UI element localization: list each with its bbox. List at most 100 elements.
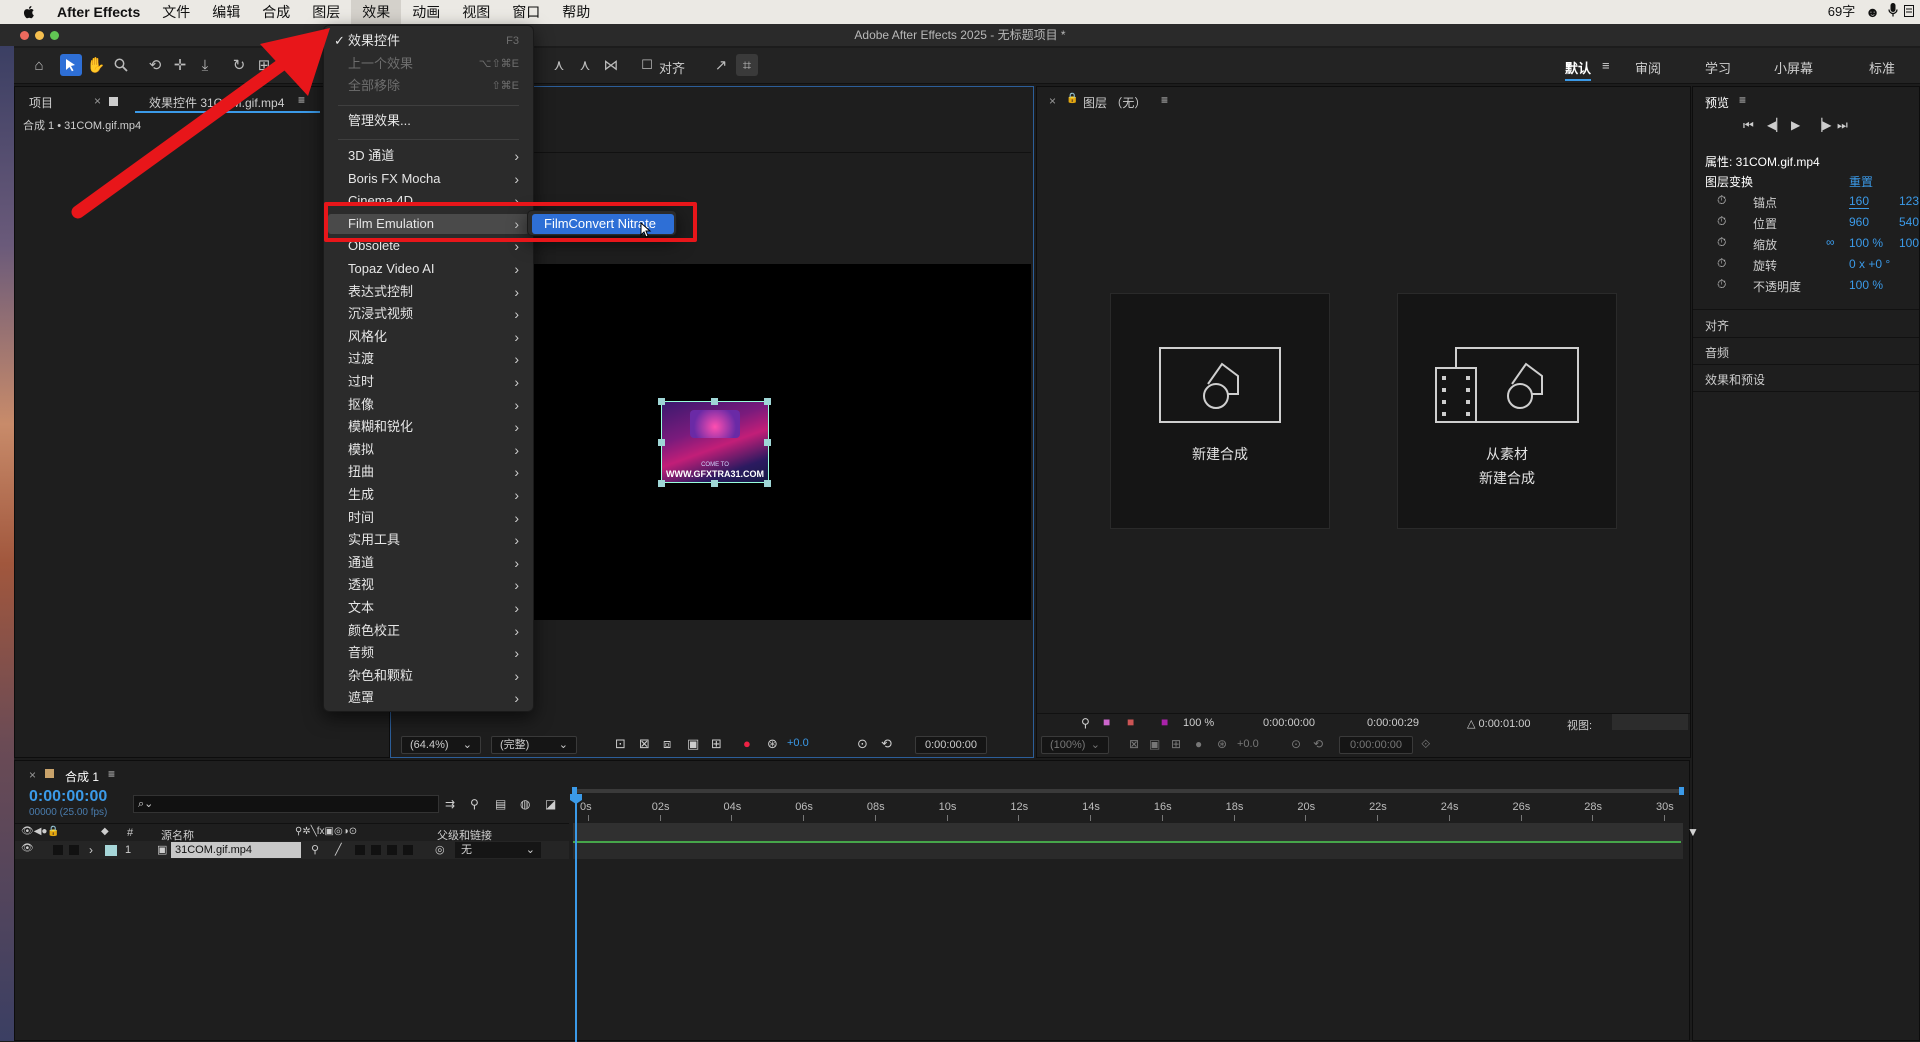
transform-handle[interactable] [764, 398, 771, 405]
menu-category-item[interactable]: 过时 › [328, 372, 529, 392]
reset-button[interactable]: 重置 [1849, 173, 1873, 190]
timeline-search-input[interactable]: ⌕⌄ [133, 795, 439, 813]
transform-handle[interactable] [658, 480, 665, 487]
comp-end-marker-icon[interactable]: ▼ [1687, 825, 1699, 839]
workspace-standard[interactable]: 标准 [1869, 58, 1895, 77]
layer-zoom-pct[interactable]: 100 % [1183, 717, 1214, 729]
resolution-dropdown[interactable]: (完整) ⌄ [491, 736, 577, 754]
out-point[interactable]: 0:00:00:29 [1367, 717, 1419, 729]
frame-blending-icon[interactable]: ▤ [495, 797, 506, 811]
transform-handle[interactable] [764, 439, 771, 446]
prev-frame-icon[interactable]: ◀▏ [1767, 118, 1785, 132]
new-comp-card[interactable]: 新建合成 [1110, 293, 1330, 529]
close-window-icon[interactable] [20, 31, 29, 40]
section-effects-presets[interactable]: 效果和预设 [1705, 371, 1765, 388]
menu-item-manage-effects[interactable]: 管理效果... [328, 111, 529, 131]
snap-option-icon[interactable]: ↗ [710, 54, 732, 76]
rotation-value[interactable]: 0 x +0 ° [1849, 257, 1890, 271]
menu-category-item[interactable]: 3D 通道 › [328, 146, 529, 166]
menu-category-item[interactable]: 过渡 › [328, 349, 529, 369]
pickwhip-icon[interactable]: ◎ [435, 843, 445, 856]
time-navigator[interactable] [573, 823, 1683, 841]
first-frame-icon[interactable]: ⏮ [1743, 118, 1754, 133]
guides-icon[interactable]: ⊞ [711, 736, 722, 752]
new-comp-from-footage-card[interactable]: 从素材 新建合成 [1397, 293, 1617, 529]
menu-category-item[interactable]: 模糊和锐化 › [328, 417, 529, 437]
region-of-interest-icon[interactable]: ▣ [687, 736, 699, 752]
motion-blur-icon[interactable]: ◍ [520, 797, 530, 811]
color-channels-icon[interactable]: ● [1195, 737, 1202, 751]
transform-handle[interactable] [764, 480, 771, 487]
transform-handle[interactable] [658, 439, 665, 446]
audio-switch[interactable] [53, 845, 63, 855]
tab-project[interactable]: 项目 [29, 94, 53, 111]
workspace-menu-icon[interactable]: ≡ [1602, 58, 1610, 73]
menu-category-item[interactable]: 透视 › [328, 575, 529, 595]
apple-icon[interactable] [20, 3, 38, 21]
menu-category-item[interactable]: 通道 › [328, 553, 529, 573]
menu-category-item[interactable]: 文本 › [328, 598, 529, 618]
channel-icon[interactable]: ■ [1103, 715, 1110, 729]
timeline-tab[interactable]: 合成 1 [65, 768, 99, 785]
snap-grid-icon[interactable]: ⌗ [736, 54, 758, 76]
blend-switch[interactable] [371, 845, 381, 855]
quality-switch-icon[interactable]: ╱ [335, 843, 342, 856]
stopwatch-icon[interactable]: ⏱ [1717, 193, 1726, 208]
stopwatch-icon[interactable]: ⏱ [1717, 214, 1726, 229]
transform-handle[interactable] [711, 398, 718, 405]
comp-timecode[interactable]: 0:00:00:00 [915, 736, 987, 754]
snapshot-icon[interactable]: ⊙ [1291, 737, 1301, 751]
stopwatch-icon[interactable]: ⏱ [1717, 277, 1726, 292]
snap-label[interactable]: 对齐 [659, 58, 685, 77]
shy-switch-icon[interactable]: ⚲ [311, 843, 319, 856]
next-frame-icon[interactable]: ▕▶ [1813, 118, 1831, 132]
snapshot-icon[interactable]: ⊙ [857, 736, 868, 752]
menu-category-item[interactable]: 杂色和颗粒 › [328, 666, 529, 686]
maximize-window-icon[interactable] [50, 31, 59, 40]
layer-name-field[interactable]: 31COM.gif.mp4 [171, 842, 301, 858]
axis-local-icon[interactable]: ⋏ [548, 54, 570, 76]
menu-item-effect-controls[interactable]: ✓ 效果控件 F3 [328, 31, 529, 51]
workspace-learn[interactable]: 学习 [1705, 58, 1731, 77]
last-frame-icon[interactable]: ⏭ [1837, 118, 1848, 133]
render-icon[interactable]: ■ [1127, 715, 1134, 729]
section-align[interactable]: 对齐 [1705, 317, 1729, 334]
transform-handle[interactable] [711, 480, 718, 487]
anchor-x[interactable]: 160 [1849, 194, 1870, 209]
section-audio[interactable]: 音频 [1705, 344, 1729, 361]
parent-dropdown[interactable]: 无 ⌄ [455, 842, 541, 858]
graph-editor-icon[interactable]: ◪ [545, 797, 556, 811]
mask-visibility-icon[interactable]: ⧈ [663, 736, 671, 752]
fx-switch[interactable] [355, 845, 365, 855]
zoom-dropdown[interactable]: (64.4%) ⌄ [401, 736, 481, 754]
menu-category-item[interactable]: 模拟 › [328, 440, 529, 460]
current-time-indicator[interactable] [575, 797, 577, 1042]
microphone-status-icon[interactable] [1884, 0, 1902, 24]
view-dropdown[interactable] [1612, 714, 1688, 730]
transform-handle[interactable] [658, 398, 665, 405]
transparency-grid-icon[interactable]: ⊠ [639, 736, 650, 752]
menu-category-item[interactable]: Boris FX Mocha › [328, 169, 529, 189]
solo-switch[interactable] [69, 845, 79, 855]
workspace-review[interactable]: 审阅 [1635, 58, 1661, 77]
close-tab-icon[interactable]: × [29, 768, 36, 782]
preview-title[interactable]: 预览 [1705, 94, 1729, 111]
layer-exposure[interactable]: +0.0 [1237, 738, 1259, 750]
position-x[interactable]: 960 [1849, 215, 1869, 229]
menu-category-item[interactable]: 沉浸式视频 › [328, 304, 529, 324]
panel-menu-icon[interactable]: ≡ [108, 767, 115, 781]
motion-blur-switch[interactable] [387, 845, 397, 855]
region-icon[interactable]: ▣ [1149, 737, 1160, 751]
expand-chevron-icon[interactable]: › [89, 843, 93, 857]
menu-view[interactable]: 视图 [451, 0, 501, 24]
opacity-value[interactable]: 100 % [1849, 278, 1883, 292]
menu-category-item[interactable]: Topaz Video AI › [328, 259, 529, 279]
menu-category-item[interactable]: 生成 › [328, 485, 529, 505]
scale-y[interactable]: 100 [1899, 236, 1919, 250]
grid-icon[interactable]: ⊠ [1129, 737, 1139, 751]
puppet-icon[interactable]: ⚲ [1081, 716, 1090, 730]
work-area-end[interactable] [1679, 787, 1684, 795]
stopwatch-icon[interactable]: ⏱ [1717, 256, 1726, 271]
fast-preview-icon[interactable]: ⊡ [615, 736, 626, 752]
layer-duration-bar[interactable] [573, 841, 1681, 843]
